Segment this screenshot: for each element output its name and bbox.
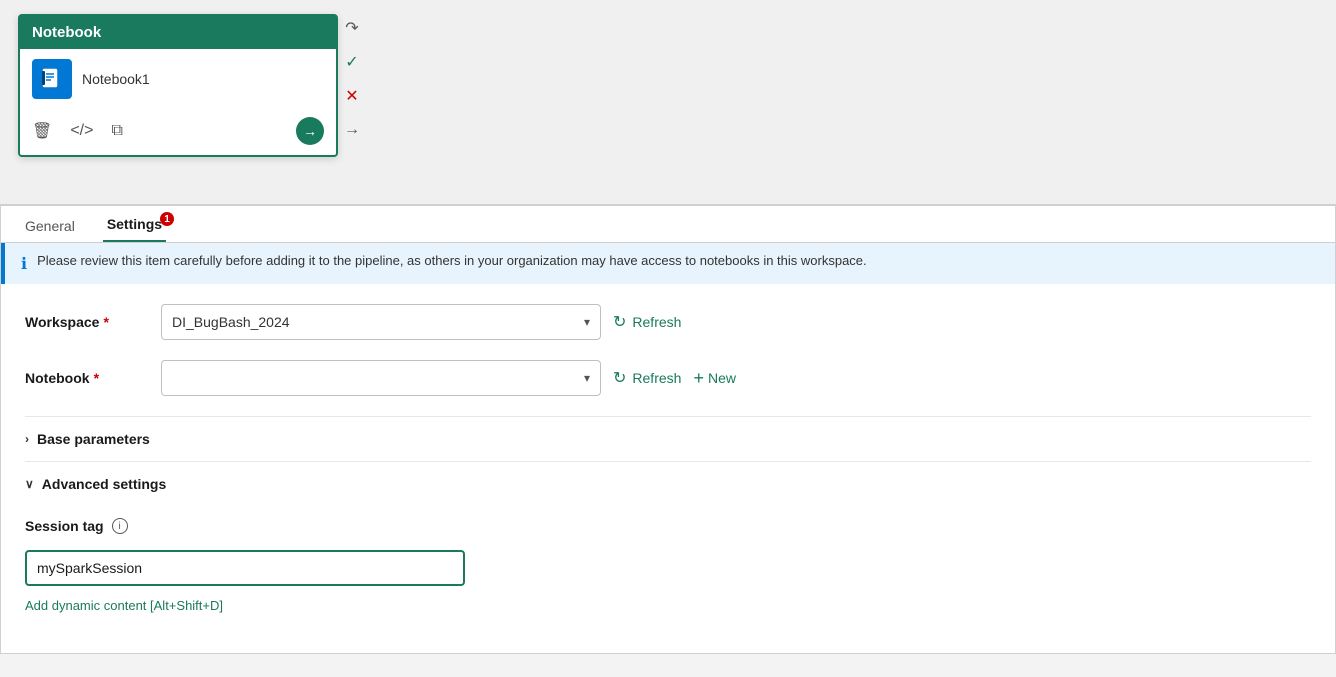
info-icon: ℹ — [21, 254, 27, 274]
notebook-file-icon — [32, 59, 72, 99]
session-tag-section: Session tag i Add dynamic content [Alt+S… — [25, 518, 1311, 633]
copy-icon[interactable]: ⧉ — [111, 122, 122, 140]
workspace-row: Workspace * DI_BugBash_2024 ▾ ↻ Refresh — [25, 304, 1311, 340]
next-button[interactable]: → — [338, 116, 366, 144]
base-parameters-chevron-icon: › — [25, 432, 29, 446]
delete-icon[interactable]: 🗑 — [32, 121, 52, 141]
divider-2 — [25, 461, 1311, 462]
workspace-label: Workspace * — [25, 314, 145, 330]
tab-general[interactable]: General — [21, 208, 79, 242]
base-parameters-label: Base parameters — [37, 431, 150, 447]
notebook-required: * — [94, 370, 99, 386]
tabs-row: General Settings 1 — [1, 206, 1335, 243]
workspace-required: * — [103, 314, 108, 330]
notebook-control: ▾ ↻ Refresh + New — [161, 360, 1311, 396]
settings-panel: General Settings 1 ℹ Please review this … — [0, 205, 1336, 654]
divider-1 — [25, 416, 1311, 417]
main-container: Notebook Notebook1 🗑 </> — [0, 0, 1336, 677]
notebook-label: Notebook * — [25, 370, 145, 386]
info-banner-text: Please review this item carefully before… — [37, 253, 867, 268]
confirm-button[interactable]: ✓ — [338, 48, 366, 76]
notebook-card-name: Notebook1 — [82, 71, 150, 87]
advanced-settings-chevron-icon: ∨ — [25, 477, 34, 491]
notebook-card-actions: 🗑 </> ⧉ → — [20, 109, 336, 155]
canvas-area: Notebook Notebook1 🗑 </> — [0, 0, 1336, 205]
plus-icon: + — [693, 368, 704, 389]
workspace-control: DI_BugBash_2024 ▾ ↻ Refresh — [161, 304, 1311, 340]
advanced-settings-toggle[interactable]: ∨ Advanced settings — [25, 466, 1311, 502]
tab-settings[interactable]: Settings 1 — [103, 206, 166, 242]
navigate-icon[interactable]: → — [296, 117, 324, 145]
notebook-card-body: Notebook1 — [20, 49, 336, 109]
notebook-chevron-icon: ▾ — [584, 371, 590, 385]
session-tag-input[interactable] — [25, 550, 465, 586]
session-tag-label-row: Session tag i — [25, 518, 128, 534]
notebook-card-header: Notebook — [20, 16, 336, 49]
session-tag-label: Session tag — [25, 518, 104, 534]
advanced-settings-label: Advanced settings — [42, 476, 166, 492]
workspace-chevron-icon: ▾ — [584, 315, 590, 329]
notebook-card: Notebook Notebook1 🗑 </> — [18, 14, 338, 157]
workspace-refresh-button[interactable]: ↻ Refresh — [613, 312, 681, 332]
dynamic-content-link[interactable]: Add dynamic content [Alt+Shift+D] — [25, 598, 223, 613]
workspace-value: DI_BugBash_2024 — [172, 314, 290, 330]
form-area: Workspace * DI_BugBash_2024 ▾ ↻ Refresh — [1, 284, 1335, 653]
notebook-card-title: Notebook — [32, 24, 101, 41]
session-tag-row: Session tag i Add dynamic content [Alt+S… — [25, 518, 1311, 613]
settings-badge: 1 — [160, 212, 174, 226]
resize-handle[interactable] — [1322, 663, 1336, 677]
notebook-dropdown[interactable]: ▾ — [161, 360, 601, 396]
session-tag-info-icon[interactable]: i — [112, 518, 128, 534]
notebook-row: Notebook * ▾ ↻ Refresh + New — [25, 360, 1311, 396]
workspace-dropdown[interactable]: DI_BugBash_2024 ▾ — [161, 304, 601, 340]
redo-button[interactable]: ↷ — [338, 14, 366, 42]
notebook-new-button[interactable]: + New — [693, 368, 736, 389]
info-banner: ℹ Please review this item carefully befo… — [1, 243, 1335, 284]
notebook-refresh-button[interactable]: ↻ Refresh — [613, 368, 681, 388]
side-buttons: ↷ ✓ ✕ → — [338, 14, 366, 144]
notebook-refresh-icon: ↻ — [613, 368, 626, 388]
code-icon[interactable]: </> — [70, 122, 93, 140]
base-parameters-toggle[interactable]: › Base parameters — [25, 421, 1311, 457]
cancel-button[interactable]: ✕ — [338, 82, 366, 110]
workspace-refresh-icon: ↻ — [613, 312, 626, 332]
